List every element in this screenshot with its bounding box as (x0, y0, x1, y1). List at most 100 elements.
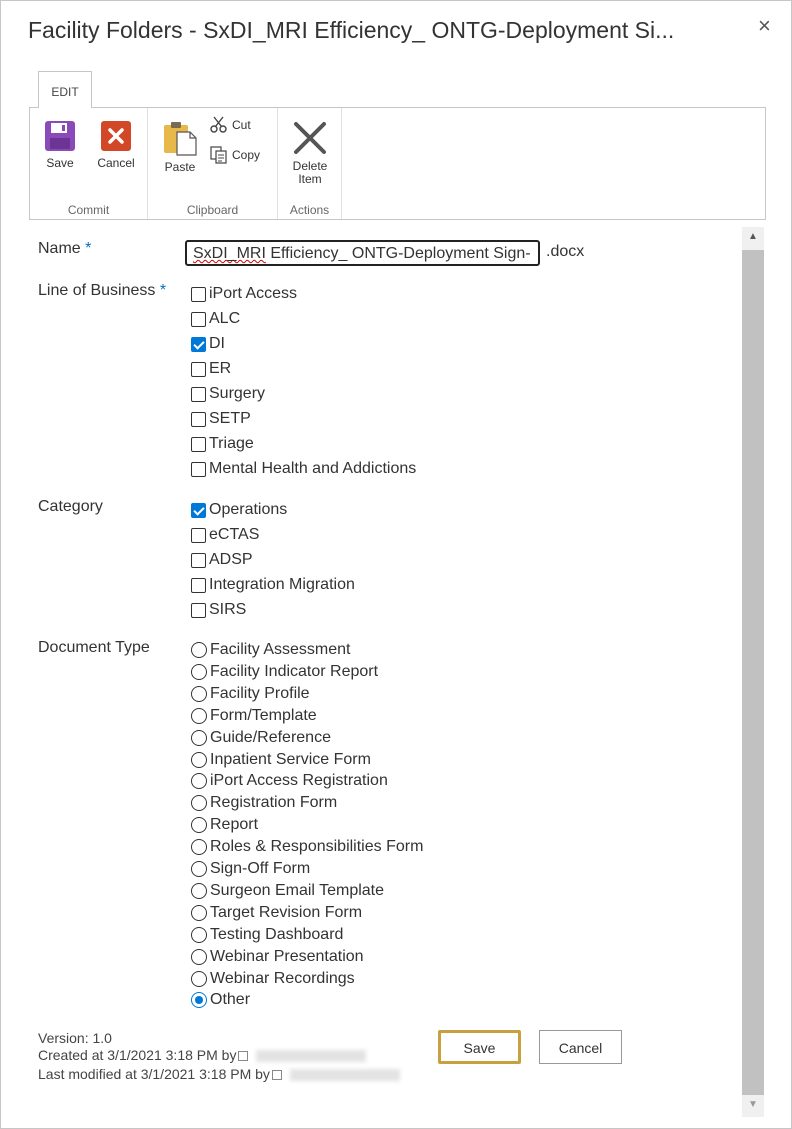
checkbox[interactable] (191, 386, 206, 402)
checkbox[interactable] (191, 286, 206, 302)
scroll-down-arrow-icon[interactable]: ▼ (742, 1095, 764, 1115)
name-input[interactable]: SxDI_MRI Efficiency_ ONTG-Deployment Sig… (185, 240, 540, 266)
radio-button[interactable] (191, 663, 207, 680)
doctype-option-registration-form[interactable]: Registration Form (191, 792, 337, 814)
doctype-option-form-template[interactable]: Form/Template (191, 705, 317, 727)
doctype-option-target-revision-form[interactable]: Target Revision Form (191, 902, 362, 924)
close-icon[interactable]: × (758, 15, 771, 37)
checkbox[interactable] (191, 502, 206, 518)
radio-button[interactable] (191, 904, 207, 921)
checkbox-label: SIRS (209, 601, 247, 618)
checkbox[interactable] (191, 602, 206, 618)
lob-option-iport-access[interactable]: iPort Access (191, 283, 297, 305)
radio-button[interactable] (191, 642, 207, 658)
category-option-integration-migration[interactable]: Integration Migration (191, 574, 355, 596)
radio-label: Other (210, 991, 251, 1009)
delete-icon (294, 122, 326, 154)
lob-option-di[interactable]: DI (191, 333, 225, 355)
copy-label: Copy (232, 148, 261, 162)
document-type-label: Document Type (38, 639, 150, 656)
line-of-business-required-mark: * (159, 282, 167, 299)
radio-button[interactable] (191, 970, 207, 987)
cancel-button[interactable]: Cancel (539, 1030, 622, 1064)
doctype-option-surgeon-email-template[interactable]: Surgeon Email Template (191, 880, 384, 902)
radio-button[interactable] (191, 861, 207, 877)
radio-button[interactable] (191, 707, 207, 724)
checkbox[interactable] (191, 527, 206, 543)
doctype-option-facility-indicator-report[interactable]: Facility Indicator Report (191, 661, 378, 683)
copy-button[interactable]: Copy (210, 146, 260, 164)
doctype-option-webinar-presentation[interactable]: Webinar Presentation (191, 946, 364, 968)
radio-button[interactable] (191, 685, 207, 702)
radio-button[interactable] (191, 839, 207, 856)
doctype-option-facility-profile[interactable]: Facility Profile (191, 683, 310, 705)
doctype-option-report[interactable]: Report (191, 814, 258, 836)
lob-option-alc[interactable]: ALC (191, 308, 240, 330)
doctype-option-sign-off-form[interactable]: Sign-Off Form (191, 858, 310, 880)
radio-button[interactable] (191, 992, 207, 1009)
doctype-option-inpatient-service-form[interactable]: Inpatient Service Form (191, 749, 371, 771)
doctype-option-iport-access-registration[interactable]: iPort Access Registration (191, 770, 388, 792)
checkbox[interactable] (191, 461, 206, 477)
commit-group-label: Commit (67, 203, 110, 217)
ribbon: Save Cancel Commit Paste Cut Copy Clipbo… (29, 107, 766, 220)
version-text: Version: 1.0 (38, 1030, 112, 1046)
ribbon-save-button[interactable]: Save (42, 120, 78, 170)
doctype-option-webinar-recordings[interactable]: Webinar Recordings (191, 968, 355, 990)
radio-label: Webinar Recordings (210, 969, 355, 987)
radio-label: Webinar Presentation (210, 947, 364, 965)
radio-button[interactable] (191, 751, 207, 768)
name-required-mark: * (85, 240, 92, 257)
lob-option-mental-health-and-addictions[interactable]: Mental Health and Addictions (191, 458, 416, 480)
radio-button[interactable] (191, 773, 207, 790)
doctype-option-other[interactable]: Other (191, 989, 250, 1011)
checkbox[interactable] (191, 336, 206, 352)
lob-option-triage[interactable]: Triage (191, 433, 254, 455)
save-button[interactable]: Save (438, 1030, 521, 1064)
delete-item-button[interactable]: Delete Item (288, 120, 332, 186)
modified-by-user[interactable] (289, 1069, 400, 1082)
checkbox-label: ALC (209, 310, 241, 327)
radio-button[interactable] (191, 817, 207, 834)
checkbox-label: Surgery (209, 385, 266, 402)
lob-option-setp[interactable]: SETP (191, 408, 251, 430)
radio-button[interactable] (191, 926, 207, 943)
checkbox[interactable] (191, 436, 206, 452)
radio-button[interactable] (191, 729, 207, 746)
ribbon-cancel-button[interactable]: Cancel (94, 120, 138, 170)
doctype-option-facility-assessment[interactable]: Facility Assessment (191, 639, 350, 661)
radio-button[interactable] (191, 795, 207, 812)
cancel-icon (101, 121, 131, 151)
category-option-ectas[interactable]: eCTAS (191, 524, 259, 546)
paste-icon (164, 122, 197, 156)
tab-edit[interactable]: EDIT (38, 71, 92, 108)
cut-icon (210, 116, 227, 133)
paste-button[interactable]: Paste (162, 120, 198, 174)
lob-option-er[interactable]: ER (191, 358, 231, 380)
radio-label: Sign-Off Form (210, 860, 311, 877)
category-option-adsp[interactable]: ADSP (191, 549, 253, 571)
checkbox[interactable] (191, 361, 206, 377)
checkbox[interactable] (191, 552, 206, 568)
scrollbar-thumb[interactable] (742, 250, 764, 1095)
lob-option-surgery[interactable]: Surgery (191, 383, 265, 405)
created-by-user[interactable] (256, 1050, 367, 1063)
category-option-operations[interactable]: Operations (191, 499, 287, 521)
doctype-option-roles-responsibilities-form[interactable]: Roles & Responsibilities Form (191, 836, 423, 858)
name-value-highlight: SxDI_MRI (193, 245, 266, 262)
doctype-option-guide-reference[interactable]: Guide/Reference (191, 727, 331, 749)
name-label: Name * (38, 240, 91, 258)
doctype-option-testing-dashboard[interactable]: Testing Dashboard (191, 924, 343, 946)
cut-button[interactable]: Cut (210, 116, 251, 134)
delete-label-line2: Item (298, 172, 322, 186)
name-label-text: Name (38, 240, 81, 257)
radio-label: iPort Access Registration (210, 772, 388, 790)
checkbox[interactable] (191, 311, 206, 327)
radio-button[interactable] (191, 882, 207, 899)
category-option-sirs[interactable]: SIRS (191, 599, 246, 621)
checkbox[interactable] (191, 411, 206, 427)
radio-button[interactable] (191, 948, 207, 965)
scroll-up-arrow-icon[interactable]: ▲ (742, 227, 764, 247)
checkbox[interactable] (191, 577, 206, 593)
dialog-title: Facility Folders - SxDI_MRI Efficiency_ … (28, 17, 675, 43)
